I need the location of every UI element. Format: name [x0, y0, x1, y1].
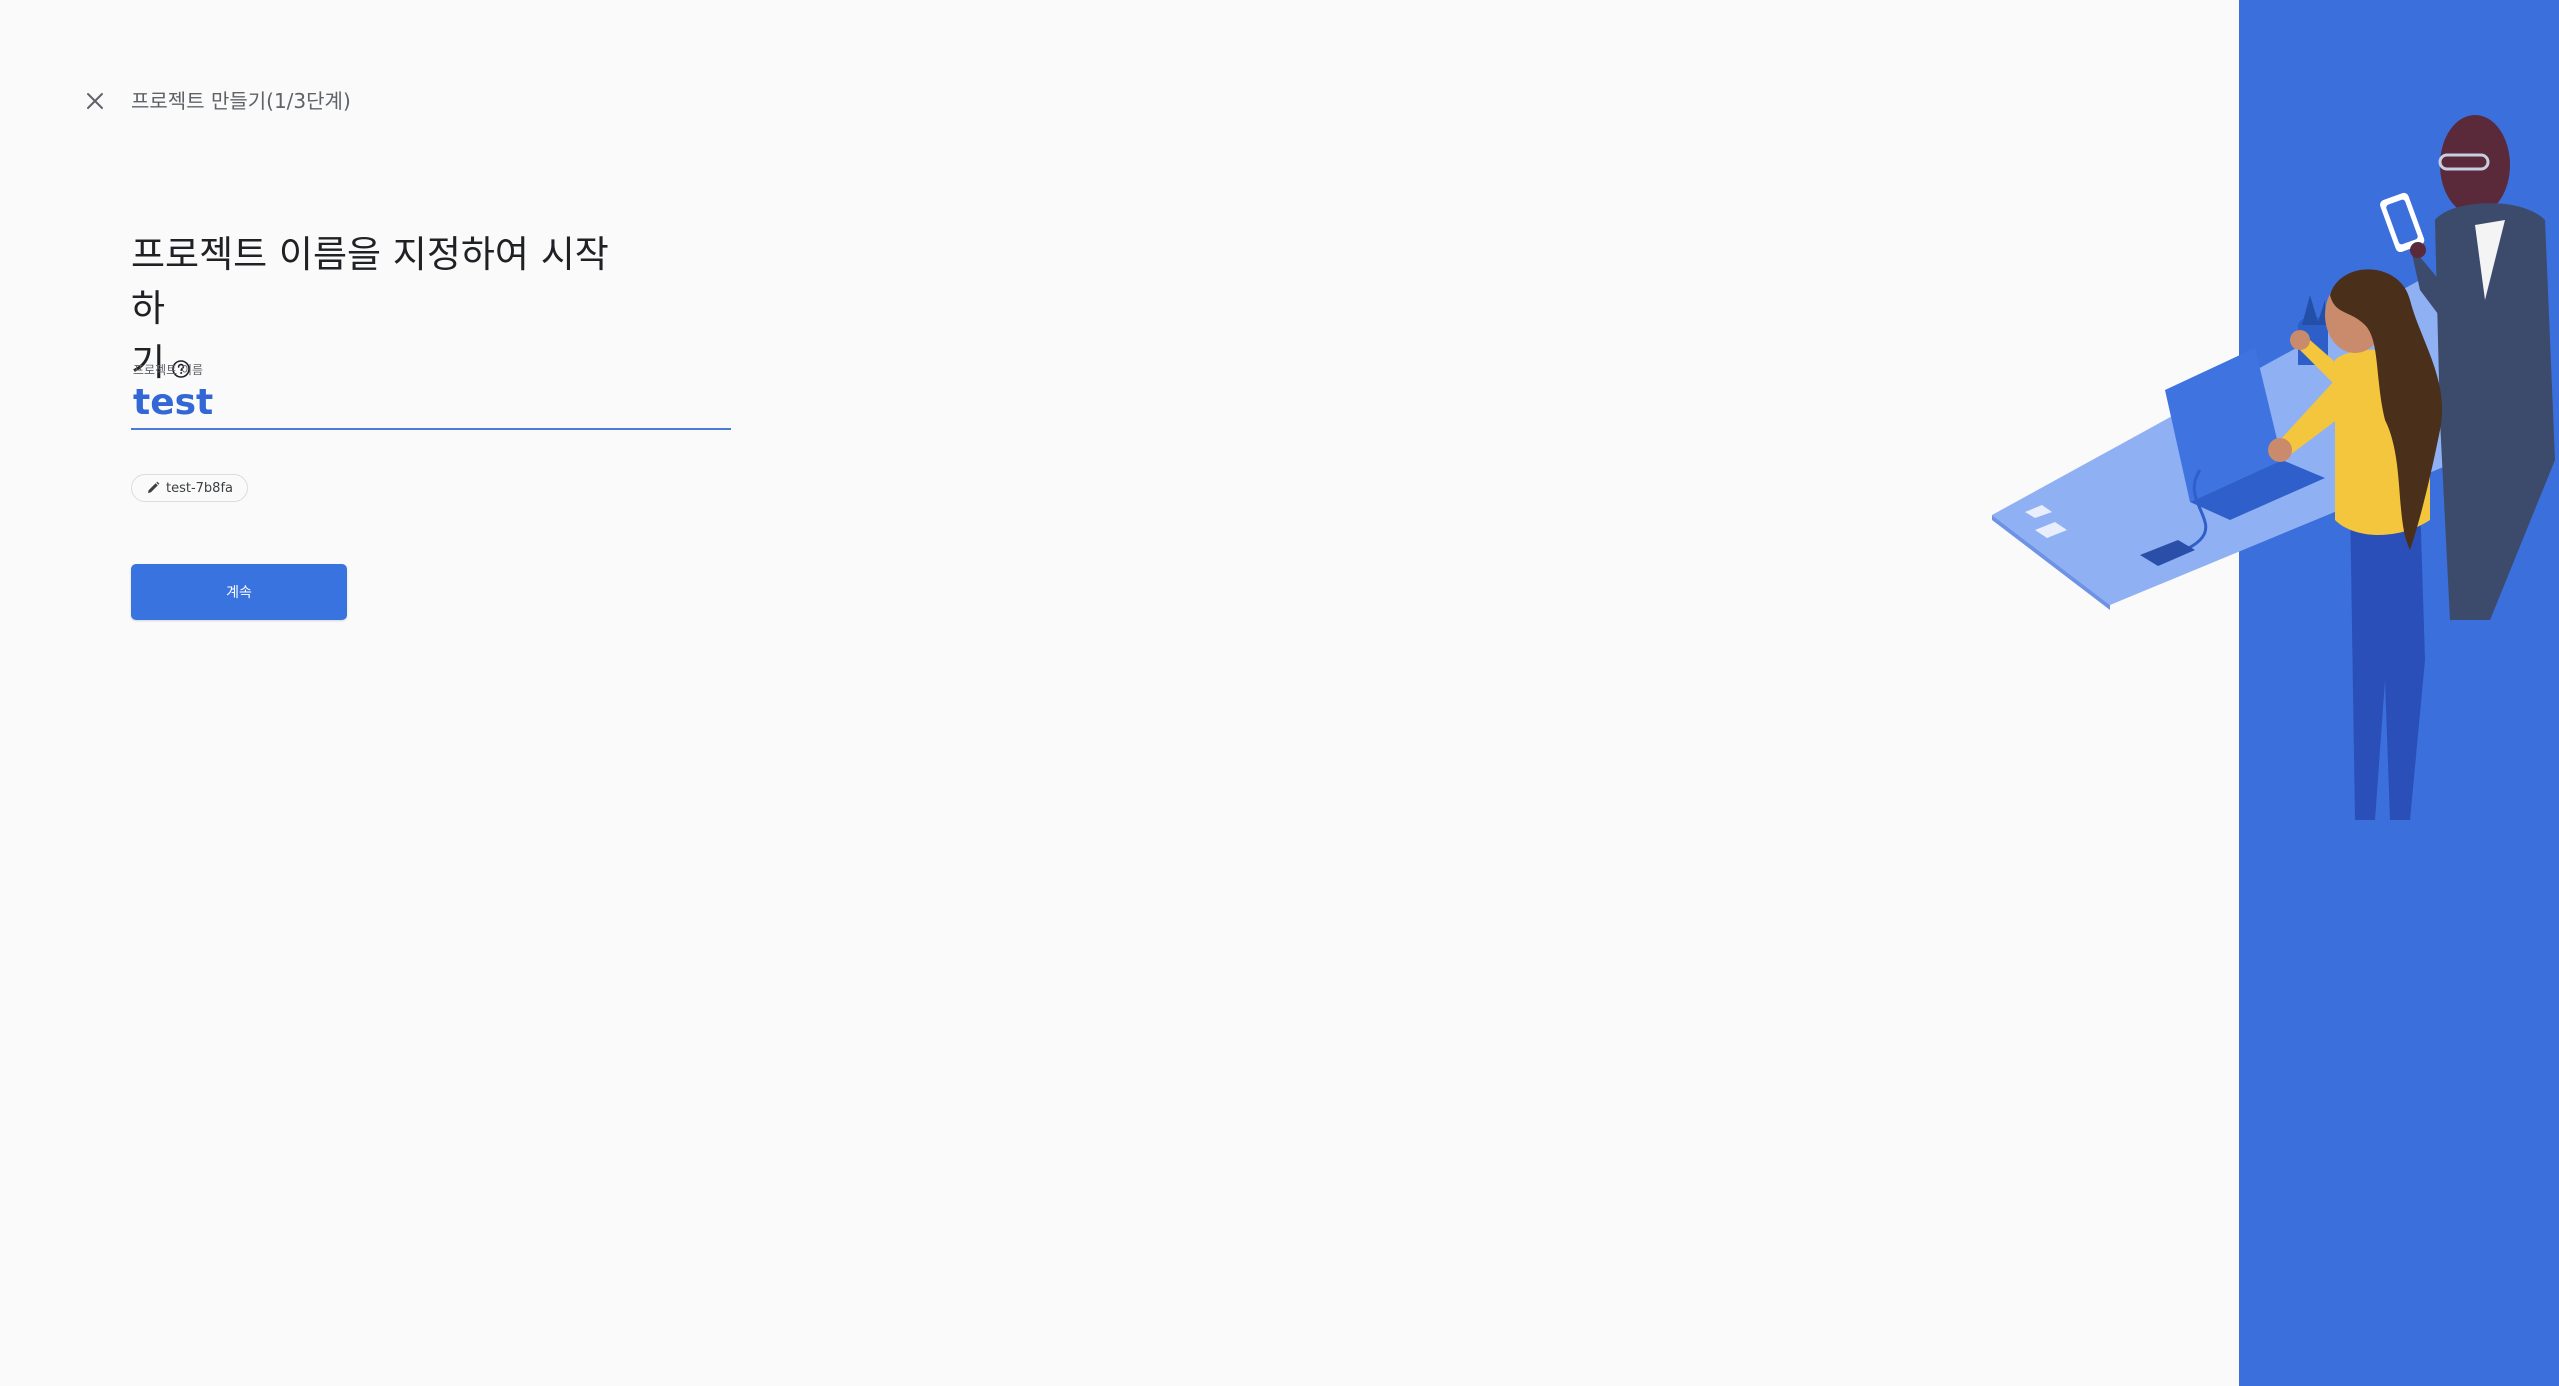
- illustration: [1992, 115, 2555, 820]
- project-id-text: test-7b8fa: [166, 480, 233, 496]
- project-name-field: 프로젝트 이름: [131, 362, 731, 430]
- heading-line-1: 프로젝트 이름을 지정하여 시작하: [131, 233, 609, 330]
- help-circle-icon[interactable]: [171, 340, 191, 378]
- create-project-page: 프로젝트 만들기(1/3단계) 프로젝트 이름을 지정하여 시작하 기 프로젝트…: [0, 0, 2559, 1386]
- project-name-label: 프로젝트 이름: [133, 363, 204, 377]
- pencil-icon: [148, 481, 160, 493]
- project-name-input[interactable]: [131, 378, 731, 428]
- close-button[interactable]: [80, 86, 110, 116]
- close-icon: [87, 93, 103, 109]
- continue-button[interactable]: 계속: [131, 564, 347, 620]
- project-id-chip[interactable]: test-7b8fa: [131, 474, 248, 502]
- project-name-underline: [131, 428, 731, 430]
- header-title: 프로젝트 만들기(1/3단계): [131, 89, 351, 113]
